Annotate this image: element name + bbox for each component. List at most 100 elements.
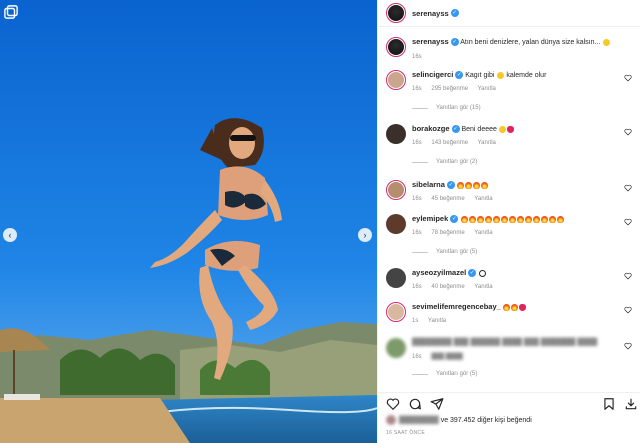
- fire-emoji-icon: [524, 215, 532, 223]
- comment-time: 16s: [412, 230, 422, 236]
- comment-time: 16s: [412, 140, 422, 146]
- view-replies-link[interactable]: Yanıtları gör (5): [412, 249, 477, 255]
- caption-time: 16s: [412, 54, 422, 60]
- carousel-next-button[interactable]: ›: [358, 228, 372, 242]
- multiple-images-icon: [4, 5, 18, 19]
- fire-emoji-icon: [460, 215, 468, 223]
- fire-emoji-icon: [511, 303, 519, 311]
- white-heart-emoji-icon: [478, 269, 486, 277]
- heart-icon[interactable]: [624, 184, 632, 192]
- verified-icon: ✓: [450, 38, 459, 47]
- fire-emoji-icon: [532, 215, 540, 223]
- comment-time: 16s: [412, 86, 422, 92]
- fire-emoji-icon: [540, 215, 548, 223]
- fire-emoji-icon: [476, 215, 484, 223]
- comment-likes[interactable]: 78 beğenme: [431, 230, 464, 236]
- comment-likes[interactable]: 45 beğenme: [431, 196, 464, 202]
- comment-likes[interactable]: 143 beğenme: [431, 140, 468, 146]
- heart-icon[interactable]: [624, 128, 632, 136]
- post-actions-bar: [378, 392, 640, 414]
- reply-link[interactable]: Yanıtla: [474, 230, 492, 236]
- heart-icon[interactable]: [624, 74, 632, 82]
- commenter-avatar[interactable]: [386, 180, 406, 200]
- beach-jump-image: [0, 0, 377, 443]
- share-icon[interactable]: [430, 397, 444, 411]
- commenter-avatar[interactable]: [386, 338, 406, 358]
- view-replies-link[interactable]: Yanıtları gör (15): [412, 105, 481, 111]
- comment-likes[interactable]: 40 beğenme: [431, 284, 464, 290]
- comment-likes[interactable]: 295 beğenme: [431, 86, 468, 92]
- verified-icon: ✓: [450, 215, 459, 224]
- comment-time: 16s: [412, 196, 422, 202]
- heart-icon[interactable]: [624, 306, 632, 314]
- heart-icon[interactable]: [624, 272, 632, 280]
- commenter-username[interactable]: eylemipek: [412, 214, 448, 223]
- commenter-username[interactable]: selincigerci: [412, 70, 453, 79]
- fire-emoji-icon: [503, 303, 511, 311]
- commenter-avatar[interactable]: [386, 302, 406, 322]
- author-avatar[interactable]: [386, 37, 406, 57]
- commenter-username[interactable]: sibelarna: [412, 180, 445, 189]
- heart-eyes-emoji-icon: [499, 125, 507, 133]
- post-timestamp: 16 SAAT ÖNCE: [386, 430, 425, 436]
- fire-emoji-icon: [457, 181, 465, 189]
- fire-emoji-icon: [468, 215, 476, 223]
- fire-emoji-icon: [473, 181, 481, 189]
- commenter-avatar[interactable]: [386, 214, 406, 234]
- author-avatar[interactable]: [386, 3, 406, 23]
- carousel-prev-button[interactable]: ‹: [3, 228, 17, 242]
- commenter-username[interactable]: ayseozyilmazel: [412, 268, 466, 277]
- view-replies-link[interactable]: Yanıtları gör (5): [412, 371, 477, 377]
- likes-count-text: ve 397.452 diğer kişi beğendi: [440, 416, 532, 424]
- liker-avatar: [386, 415, 396, 425]
- likes-summary[interactable]: ████████ ve 397.452 diğer kişi beğendi: [386, 415, 532, 425]
- reply-link[interactable]: Yanıtla: [474, 284, 492, 290]
- chevron-left-icon: ‹: [8, 229, 12, 240]
- heart-icon[interactable]: [386, 397, 400, 411]
- comment-text: Kagıt gibi: [465, 72, 495, 79]
- heart-icon[interactable]: [624, 342, 632, 350]
- heart-icon[interactable]: [624, 218, 632, 226]
- chevron-right-icon: ›: [363, 229, 367, 240]
- commenter-username[interactable]: borakozge: [412, 124, 450, 133]
- commenter-avatar[interactable]: [386, 70, 406, 90]
- commenter-username[interactable]: sevimelifemregencebay_: [412, 302, 501, 311]
- fire-emoji-icon: [548, 215, 556, 223]
- blurred-comment-text: ████████ ███ ██████ ████ ███ ███████ ███…: [412, 339, 598, 346]
- commenter-avatar[interactable]: [386, 268, 406, 288]
- heart-eyes-emoji-icon: [496, 71, 504, 79]
- comment-text: Beni deeee: [461, 126, 497, 133]
- verified-icon: ✓: [455, 71, 464, 80]
- comments-list: serenayss ✓ Atın beni denizlere, yalan dü…: [378, 28, 640, 390]
- reply-link[interactable]: Yanıtla: [474, 196, 492, 202]
- verified-icon: ✓: [468, 269, 477, 278]
- fire-emoji-icon: [492, 215, 500, 223]
- verified-icon: ✓: [446, 181, 455, 190]
- fire-emoji-icon: [465, 181, 473, 189]
- save-icon[interactable]: [602, 397, 616, 411]
- red-heart-emoji-icon: [507, 125, 515, 133]
- download-icon[interactable]: [624, 397, 638, 411]
- author-username[interactable]: serenayss: [412, 9, 449, 18]
- reply-link[interactable]: Yanıtla: [428, 318, 446, 324]
- verified-icon: ✓: [450, 9, 459, 17]
- caption-text: Atın beni denizlere, yalan dünya size ka…: [460, 39, 601, 46]
- comment-icon[interactable]: [408, 397, 422, 411]
- fire-emoji-icon: [484, 215, 492, 223]
- comment-time: 16s: [412, 284, 422, 290]
- reply-link[interactable]: Yanıtla: [478, 86, 496, 92]
- comment-time: 16s: [412, 354, 422, 360]
- view-replies-link[interactable]: Yanıtları gör (2): [412, 159, 477, 165]
- post-photo[interactable]: ‹ ›: [0, 0, 377, 443]
- grin-emoji-icon: [602, 38, 610, 46]
- blurred-liker-name: ████████: [399, 416, 439, 424]
- fire-emoji-icon: [481, 181, 489, 189]
- fire-emoji-icon: [500, 215, 508, 223]
- caption-username[interactable]: serenayss: [412, 37, 449, 46]
- fire-emoji-icon: [508, 215, 516, 223]
- post-header: serenayss ✓: [378, 0, 640, 27]
- verified-icon: ✓: [451, 125, 460, 134]
- commenter-avatar[interactable]: [386, 124, 406, 144]
- fire-emoji-icon: [516, 215, 524, 223]
- reply-link[interactable]: Yanıtla: [478, 140, 496, 146]
